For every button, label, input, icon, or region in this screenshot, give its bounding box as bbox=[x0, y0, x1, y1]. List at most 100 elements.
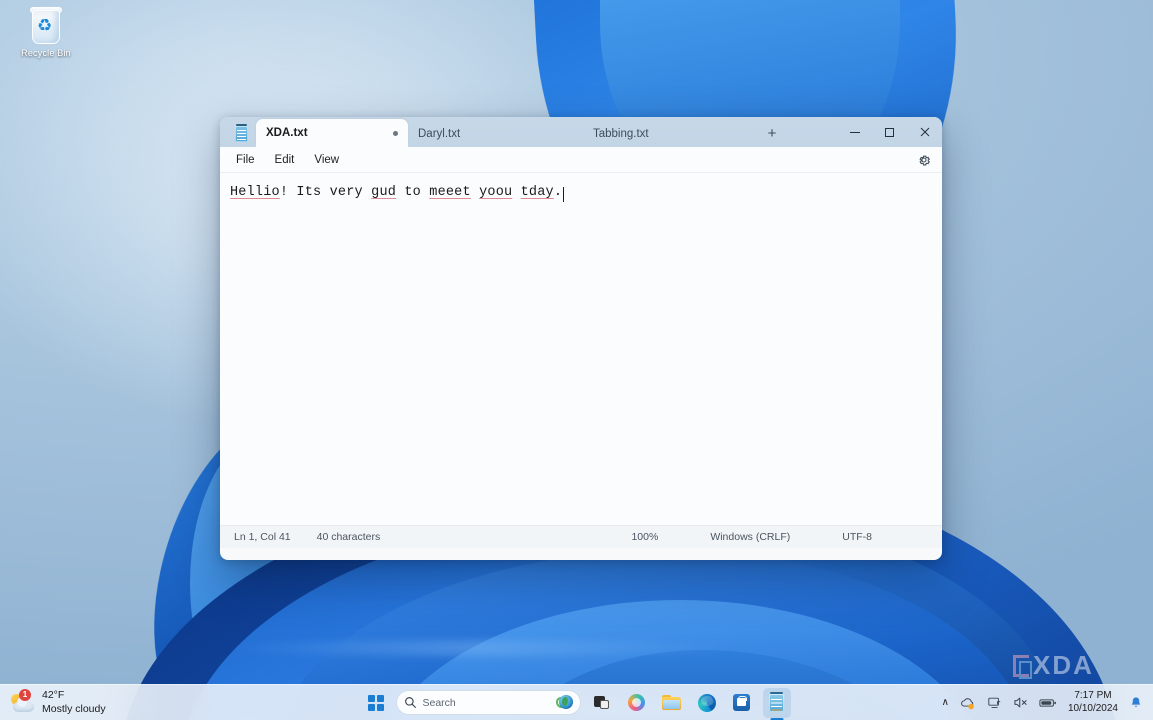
doc-segment-misspelled: Hellio bbox=[230, 185, 280, 200]
notepad-glyph-icon bbox=[234, 124, 248, 142]
weather-icon: 1 bbox=[10, 688, 36, 715]
tab-label: Daryl.txt bbox=[418, 128, 461, 140]
doc-segment bbox=[471, 185, 479, 200]
minimize-icon bbox=[849, 131, 860, 133]
taskbar-item-file-explorer[interactable] bbox=[658, 689, 686, 717]
encoding-status[interactable]: UTF-8 bbox=[842, 531, 872, 543]
recycle-symbol-icon: ♻ bbox=[37, 16, 53, 35]
clock-time: 7:17 PM bbox=[1074, 690, 1112, 701]
status-left-group: Ln 1, Col 41 40 characters bbox=[220, 531, 380, 543]
task-view-front bbox=[599, 699, 609, 709]
taskbar-item-microsoft-store[interactable] bbox=[728, 689, 756, 717]
weather-temperature: 42°F bbox=[42, 689, 65, 702]
globe-icon bbox=[558, 695, 573, 709]
tab-strip: XDA.txt Daryl.txt Tabbing.txt + bbox=[256, 117, 786, 147]
text-editor-area[interactable]: Hellio! Its very gud to meeet yoou tday. bbox=[220, 173, 942, 525]
taskbar-clock[interactable]: 7:17 PM 10/10/2024 bbox=[1068, 690, 1118, 715]
notification-badge: 1 bbox=[19, 688, 31, 701]
recycle-bin-label: Recycle Bin bbox=[21, 48, 71, 58]
system-tray: ∧ 7:17 PM 10/10/2024 bbox=[942, 690, 1153, 715]
desktop-icon-recycle-bin[interactable]: ♻ Recycle Bin bbox=[8, 6, 84, 58]
zoom-level-status[interactable]: 100% bbox=[631, 531, 658, 543]
gear-icon bbox=[919, 155, 930, 165]
speaker-mute-icon bbox=[1014, 697, 1027, 708]
doc-segment-misspelled: gud bbox=[371, 185, 397, 200]
cursor-position-status[interactable]: Ln 1, Col 41 bbox=[234, 531, 291, 543]
search-highlights-icon[interactable] bbox=[553, 694, 573, 711]
doc-segment-misspelled: tday bbox=[520, 185, 554, 200]
edge-icon bbox=[697, 693, 716, 712]
status-bar: Ln 1, Col 41 40 characters 100% Windows … bbox=[220, 525, 942, 548]
taskbar-item-task-view[interactable] bbox=[588, 689, 616, 717]
xda-watermark: XDA bbox=[1013, 650, 1094, 681]
status-right-group: 100% Windows (CRLF) UTF-8 bbox=[631, 531, 942, 543]
weather-text: 42°F Mostly cloudy bbox=[42, 689, 106, 715]
notepad-window: XDA.txt Daryl.txt Tabbing.txt + File Edi… bbox=[220, 117, 942, 560]
doc-segment bbox=[512, 185, 520, 200]
taskbar-item-microsoft-edge[interactable] bbox=[693, 689, 721, 717]
task-view-icon bbox=[593, 695, 610, 710]
recycle-bin-icon: ♻ bbox=[29, 6, 63, 46]
taskbar-center-group: Search bbox=[363, 687, 791, 718]
taskbar-item-copilot[interactable] bbox=[623, 689, 651, 717]
search-input[interactable]: Search bbox=[395, 690, 581, 715]
close-icon bbox=[920, 127, 929, 137]
folder-icon bbox=[662, 695, 681, 710]
settings-button[interactable] bbox=[912, 149, 936, 171]
tab-daryl[interactable]: Daryl.txt bbox=[408, 121, 583, 147]
menu-file[interactable]: File bbox=[226, 151, 265, 169]
window-controls bbox=[837, 117, 942, 147]
notepad-taskbar-button bbox=[762, 687, 791, 718]
weather-condition: Mostly cloudy bbox=[42, 702, 106, 715]
taskbar-weather-widget[interactable]: 1 42°F Mostly cloudy bbox=[0, 688, 190, 715]
start-button[interactable] bbox=[363, 690, 389, 716]
doc-segment-misspelled: yoou bbox=[479, 185, 513, 200]
bell-icon bbox=[1131, 696, 1141, 707]
text-caret bbox=[563, 187, 565, 202]
tab-xda[interactable]: XDA.txt bbox=[256, 119, 408, 147]
tab-tabbing[interactable]: Tabbing.txt bbox=[583, 121, 758, 147]
tray-overflow-button[interactable]: ∧ bbox=[942, 693, 949, 713]
store-icon bbox=[733, 694, 750, 711]
line-ending-status[interactable]: Windows (CRLF) bbox=[710, 531, 790, 543]
close-button[interactable] bbox=[907, 117, 942, 147]
menu-view[interactable]: View bbox=[304, 151, 349, 169]
notification-center-button[interactable] bbox=[1129, 693, 1143, 713]
tab-label: Tabbing.txt bbox=[593, 128, 649, 140]
cloud-sync-icon bbox=[961, 697, 974, 709]
menu-bar: File Edit View bbox=[220, 147, 942, 173]
network-icon[interactable] bbox=[987, 693, 1002, 713]
taskbar: 1 42°F Mostly cloudy Search ∧ 7:17 PM 10… bbox=[0, 684, 1153, 720]
clock-date: 10/10/2024 bbox=[1067, 702, 1118, 714]
notepad-icon bbox=[769, 691, 784, 712]
windows-logo-icon bbox=[367, 694, 384, 711]
doc-segment-misspelled: meeet bbox=[429, 185, 471, 200]
character-count-status[interactable]: 40 characters bbox=[317, 531, 381, 543]
notepad-app-icon bbox=[228, 123, 254, 145]
doc-segment: . bbox=[553, 185, 563, 200]
window-titlebar[interactable]: XDA.txt Daryl.txt Tabbing.txt + bbox=[220, 117, 942, 147]
battery-charge-icon bbox=[1039, 698, 1056, 707]
tab-modified-indicator[interactable] bbox=[393, 130, 398, 136]
maximize-icon bbox=[885, 127, 894, 137]
maximize-button[interactable] bbox=[872, 117, 907, 147]
doc-segment: to bbox=[396, 185, 430, 200]
xda-wordmark: XDA bbox=[1033, 650, 1094, 680]
battery-icon[interactable] bbox=[1039, 693, 1057, 713]
search-icon bbox=[404, 697, 416, 708]
volume-muted-icon[interactable] bbox=[1013, 693, 1028, 713]
tab-label: XDA.txt bbox=[266, 127, 308, 139]
bloom-highlight-1 bbox=[220, 640, 740, 656]
search-placeholder: Search bbox=[422, 696, 456, 709]
new-tab-button[interactable]: + bbox=[758, 121, 786, 145]
folder-inner bbox=[663, 700, 680, 709]
menu-edit[interactable]: Edit bbox=[265, 151, 305, 169]
monitor-network-icon bbox=[988, 697, 1001, 708]
copilot-icon bbox=[628, 694, 645, 711]
onedrive-sync-icon[interactable] bbox=[960, 693, 976, 713]
xda-bracket-icon bbox=[1013, 654, 1032, 679]
minimize-button[interactable] bbox=[837, 117, 872, 147]
taskbar-item-notepad[interactable] bbox=[762, 687, 791, 718]
cloud-icon bbox=[13, 696, 34, 712]
doc-segment: ! Its very bbox=[279, 185, 372, 200]
